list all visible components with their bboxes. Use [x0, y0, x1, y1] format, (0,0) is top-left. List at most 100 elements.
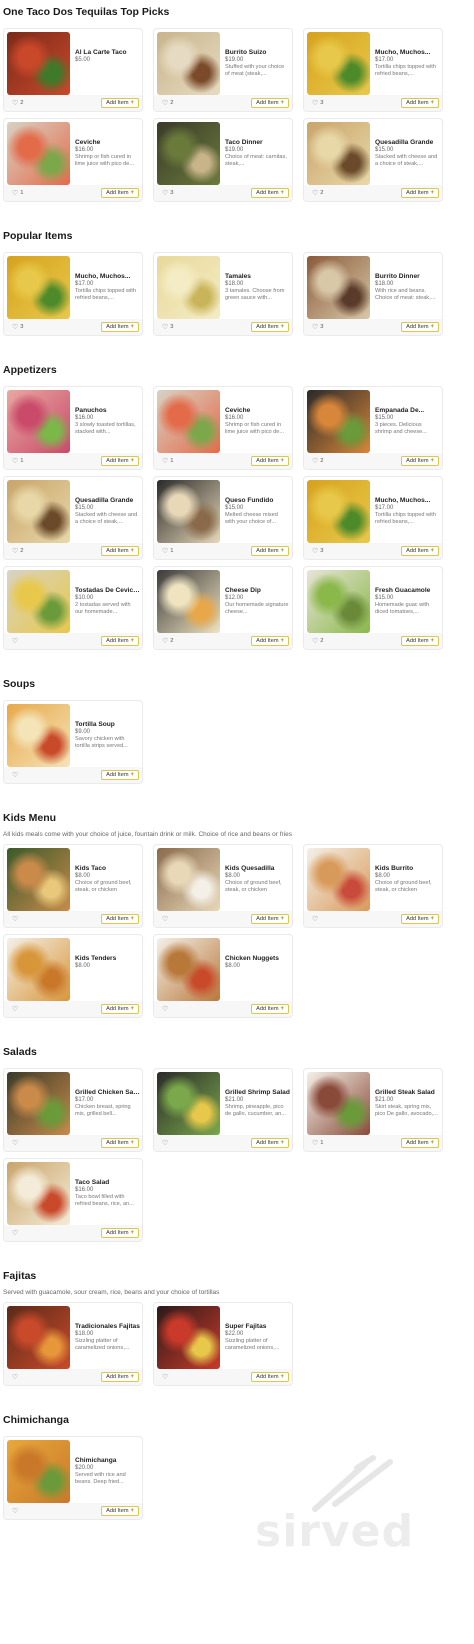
add-item-button[interactable]: Add Item +: [101, 1506, 139, 1516]
menu-item-card[interactable]: Queso Fundido $15.00 Melted cheese mixed w…: [153, 476, 293, 560]
add-item-button[interactable]: Add Item +: [401, 636, 439, 646]
like-button[interactable]: ♡: [12, 1140, 20, 1147]
add-item-button[interactable]: Add Item +: [101, 1138, 139, 1148]
like-button[interactable]: ♡: [12, 916, 20, 923]
menu-item-card[interactable]: Cheese Dip $12.00 Our homemade signature c…: [153, 566, 293, 650]
like-button[interactable]: ♡: [162, 1006, 170, 1013]
like-button[interactable]: ♡ 2: [162, 638, 174, 645]
add-item-button[interactable]: Add Item +: [401, 98, 439, 108]
menu-item-card[interactable]: Ceviche $16.00 Shrimp or fish cured in lim…: [153, 386, 293, 470]
add-item-button[interactable]: Add Item +: [401, 914, 439, 924]
menu-item-card[interactable]: Tamales $18.00 3 tamales. Choose from gree…: [153, 252, 293, 336]
like-button[interactable]: ♡ 3: [162, 324, 174, 331]
menu-item-card[interactable]: Kids Taco $8.00 Choice of ground beef, ste…: [3, 844, 143, 928]
like-button[interactable]: ♡: [12, 1006, 20, 1013]
like-button[interactable]: ♡: [12, 1230, 20, 1237]
like-button[interactable]: ♡ 3: [312, 100, 324, 107]
add-item-button[interactable]: Add Item +: [101, 1004, 139, 1014]
add-item-button[interactable]: Add Item +: [251, 1004, 289, 1014]
add-item-button[interactable]: Add Item +: [401, 188, 439, 198]
menu-item-card[interactable]: Kids Burrito $8.00 Choice of ground beef, …: [303, 844, 443, 928]
menu-item-card[interactable]: Mucho, Muchos... $17.00 Tortilla chips top…: [303, 476, 443, 560]
add-item-button[interactable]: Add Item +: [401, 1138, 439, 1148]
like-button[interactable]: ♡ 1: [312, 1140, 324, 1147]
menu-item-card[interactable]: Taco Dinner $19.00 Choice of meat: carnita…: [153, 118, 293, 202]
add-item-button[interactable]: Add Item +: [101, 546, 139, 556]
add-item-button[interactable]: Add Item +: [251, 636, 289, 646]
add-item-button[interactable]: Add Item +: [101, 322, 139, 332]
menu-item-card[interactable]: Quesadilla Grande $15.00 Stacked with chee…: [303, 118, 443, 202]
menu-item-card[interactable]: Grilled Chicken Salad $17.00 Chicken breas…: [3, 1068, 143, 1152]
item-name: Chimichanga: [75, 1457, 117, 1464]
like-button[interactable]: ♡ 2: [12, 548, 24, 555]
add-item-label: Add Item: [256, 458, 279, 464]
like-button[interactable]: ♡ 1: [12, 190, 24, 197]
like-button[interactable]: ♡: [162, 916, 170, 923]
like-button[interactable]: ♡ 3: [312, 548, 324, 555]
add-item-button[interactable]: Add Item +: [251, 98, 289, 108]
like-button[interactable]: ♡ 1: [12, 458, 24, 465]
add-item-button[interactable]: Add Item +: [251, 1138, 289, 1148]
menu-item-card[interactable]: Tortilla Soup $9.00 Savory chicken with to…: [3, 700, 143, 784]
menu-item-card[interactable]: Kids Tenders $8.00 ♡ Add Item +: [3, 934, 143, 1018]
menu-item-card[interactable]: Al La Carte Taco $5.00 ♡ 2 Add Item +: [3, 28, 143, 112]
like-button[interactable]: ♡ 2: [162, 100, 174, 107]
like-button[interactable]: ♡ 1: [162, 458, 174, 465]
heart-icon: ♡: [12, 1229, 19, 1237]
add-item-button[interactable]: Add Item +: [251, 188, 289, 198]
menu-item-card[interactable]: Grilled Shrimp Salad $21.00 Shrimp, pineap…: [153, 1068, 293, 1152]
menu-item-card[interactable]: Burrito Suizo $19.00 Stuffed with your cho…: [153, 28, 293, 112]
menu-item-card[interactable]: Mucho, Muchos... $17.00 Tortilla chips top…: [303, 28, 443, 112]
item-info: Tortilla Soup $9.00 Savory chicken with to…: [70, 704, 139, 769]
add-item-button[interactable]: Add Item +: [101, 770, 139, 780]
like-button[interactable]: ♡: [12, 1508, 20, 1515]
menu-item-card[interactable]: Super Fajitas $22.00 Sizzling platter of c…: [153, 1302, 293, 1386]
like-button[interactable]: ♡ 3: [162, 190, 174, 197]
menu-item-card[interactable]: Panuchos $16.00 3 slowly toasted tortillas…: [3, 386, 143, 470]
menu-item-card[interactable]: Burrito Dinner $18.00 With rice and beans.…: [303, 252, 443, 336]
add-item-button[interactable]: Add Item +: [251, 914, 289, 924]
like-button[interactable]: ♡ 2: [312, 190, 324, 197]
menu-item-card[interactable]: Chimichanga $20.00 Served with rice and be…: [3, 1436, 143, 1520]
add-item-button[interactable]: Add Item +: [101, 636, 139, 646]
like-button[interactable]: ♡ 3: [312, 324, 324, 331]
like-button[interactable]: ♡ 3: [12, 324, 24, 331]
menu-item-card[interactable]: Ceviche $16.00 Shrimp or fish cured in lim…: [3, 118, 143, 202]
heart-icon: ♡: [162, 1373, 169, 1381]
menu-item-card[interactable]: Fresh Guacamole $15.00 Homemade guac with …: [303, 566, 443, 650]
like-button[interactable]: ♡ 2: [12, 100, 24, 107]
menu-item-card[interactable]: Grilled Steak Salad $21.00 Skirt steak, sp…: [303, 1068, 443, 1152]
menu-section: Appetizers Panuchos $16.00 3 slowly toasted…: [3, 362, 474, 650]
add-item-button[interactable]: Add Item +: [401, 322, 439, 332]
add-item-button[interactable]: Add Item +: [251, 546, 289, 556]
add-item-button[interactable]: Add Item +: [101, 914, 139, 924]
menu-item-card[interactable]: Tostadas De Ceviche $10.00 2 tostadas serv…: [3, 566, 143, 650]
menu-item-card[interactable]: Chicken Nuggets $8.00 ♡ Add Item +: [153, 934, 293, 1018]
card-footer: ♡ 1 Add Item +: [154, 543, 292, 559]
add-item-button[interactable]: Add Item +: [251, 456, 289, 466]
add-item-button[interactable]: Add Item +: [251, 1372, 289, 1382]
add-item-button[interactable]: Add Item +: [101, 1228, 139, 1238]
add-item-button[interactable]: Add Item +: [251, 322, 289, 332]
like-button[interactable]: ♡: [12, 772, 20, 779]
like-button[interactable]: ♡ 2: [312, 638, 324, 645]
add-item-button[interactable]: Add Item +: [101, 188, 139, 198]
menu-item-card[interactable]: Quesadilla Grande $15.00 Stacked with chee…: [3, 476, 143, 560]
menu-item-card[interactable]: Empanada De... $15.00 3 pieces. Delicious …: [303, 386, 443, 470]
menu-item-card[interactable]: Taco Salad $16.00 Taco bowl filled with re…: [3, 1158, 143, 1242]
like-button[interactable]: ♡: [12, 1374, 20, 1381]
add-item-button[interactable]: Add Item +: [401, 456, 439, 466]
like-button[interactable]: ♡: [162, 1140, 170, 1147]
like-button[interactable]: ♡: [12, 638, 20, 645]
add-item-button[interactable]: Add Item +: [101, 98, 139, 108]
like-button[interactable]: ♡ 2: [312, 458, 324, 465]
menu-item-card[interactable]: Tradicionales Fajitas $18.00 Sizzling plat…: [3, 1302, 143, 1386]
add-item-button[interactable]: Add Item +: [101, 1372, 139, 1382]
like-button[interactable]: ♡ 1: [162, 548, 174, 555]
like-button[interactable]: ♡: [312, 916, 320, 923]
menu-item-card[interactable]: Kids Quesadilla $8.00 Choice of ground bee…: [153, 844, 293, 928]
add-item-button[interactable]: Add Item +: [401, 546, 439, 556]
menu-item-card[interactable]: Mucho, Muchos... $17.00 Tortilla chips top…: [3, 252, 143, 336]
like-button[interactable]: ♡: [162, 1374, 170, 1381]
add-item-button[interactable]: Add Item +: [101, 456, 139, 466]
